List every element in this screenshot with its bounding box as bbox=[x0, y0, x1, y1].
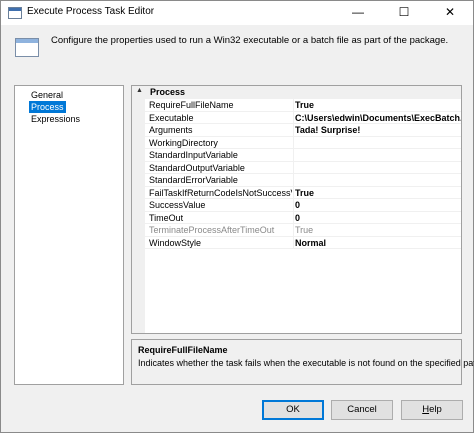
column-divider bbox=[293, 174, 294, 187]
column-divider bbox=[293, 99, 294, 112]
category-row-process[interactable]: ▲ Process bbox=[132, 86, 461, 99]
description-text: Indicates whether the task fails when th… bbox=[138, 358, 474, 368]
property-row-requirefullfilename[interactable]: RequireFullFileName True bbox=[145, 99, 461, 112]
column-divider bbox=[293, 186, 294, 199]
column-divider bbox=[293, 136, 294, 149]
window-title: Execute Process Task Editor bbox=[27, 6, 155, 17]
property-name: StandardInputVariable bbox=[149, 150, 238, 160]
property-name: WorkingDirectory bbox=[149, 137, 218, 148]
property-value[interactable]: True bbox=[295, 188, 461, 198]
property-value[interactable]: 0 bbox=[295, 213, 461, 223]
ok-button[interactable]: OK bbox=[262, 400, 324, 420]
property-row-executable[interactable]: Executable C:\Users\edwin\Documents\Exec… bbox=[145, 111, 461, 124]
process-window-icon bbox=[15, 38, 39, 57]
column-divider bbox=[293, 124, 294, 137]
property-name: WindowStyle bbox=[149, 237, 202, 248]
property-name: FailTaskIfReturnCodeIsNotSuccessValue bbox=[149, 187, 292, 198]
minimize-button[interactable]: — bbox=[335, 1, 381, 25]
property-row-successvalue[interactable]: SuccessValue 0 bbox=[145, 199, 461, 212]
collapse-icon[interactable]: ▲ bbox=[136, 87, 143, 94]
property-name: Executable bbox=[149, 112, 194, 123]
nav-item-process[interactable]: Process bbox=[29, 101, 66, 113]
grid-gutter bbox=[132, 99, 145, 333]
property-value[interactable]: Normal bbox=[295, 238, 461, 248]
column-divider bbox=[293, 161, 294, 174]
property-value[interactable]: True bbox=[295, 100, 461, 110]
property-name: TerminateProcessAfterTimeOut bbox=[149, 225, 275, 235]
property-row-arguments[interactable]: Arguments Tada! Surprise! bbox=[145, 124, 461, 137]
dialog-window: Execute Process Task Editor — ☐ ✕ Config… bbox=[0, 0, 474, 433]
property-row-standardinputvariable[interactable]: StandardInputVariable bbox=[145, 149, 461, 162]
property-row-failtaskifreturncode[interactable]: FailTaskIfReturnCodeIsNotSuccessValue Tr… bbox=[145, 186, 461, 199]
nav-item-expressions[interactable]: Expressions bbox=[29, 113, 82, 125]
property-row-windowstyle[interactable]: WindowStyle Normal bbox=[145, 236, 461, 249]
property-value[interactable]: 0 bbox=[295, 200, 461, 210]
column-divider bbox=[293, 211, 294, 224]
window-icon bbox=[8, 7, 22, 19]
property-grid: ▲ Process RequireFullFileName True Execu… bbox=[131, 85, 462, 334]
property-row-terminateprocessaftertimeout: TerminateProcessAfterTimeOut True bbox=[145, 224, 461, 237]
description-title: RequireFullFileName bbox=[138, 345, 228, 355]
column-divider bbox=[293, 224, 294, 237]
property-name: RequireFullFileName bbox=[149, 100, 234, 110]
property-name: SuccessValue bbox=[149, 200, 206, 210]
property-row-standarderrorvariable[interactable]: StandardErrorVariable bbox=[145, 174, 461, 187]
maximize-button[interactable]: ☐ bbox=[381, 1, 427, 25]
column-divider bbox=[293, 149, 294, 162]
property-name: StandardOutputVariable bbox=[149, 162, 245, 173]
header-description: Configure the properties used to run a W… bbox=[51, 35, 449, 46]
nav-item-general[interactable]: General bbox=[29, 89, 65, 101]
property-value[interactable]: C:\Users\edwin\Documents\ExecBatch.bat bbox=[295, 113, 461, 123]
help-label: elp bbox=[429, 404, 442, 415]
column-divider bbox=[293, 236, 294, 249]
property-value[interactable]: Tada! Surprise! bbox=[295, 125, 461, 135]
close-button[interactable]: ✕ bbox=[427, 1, 473, 25]
property-name: TimeOut bbox=[149, 212, 184, 223]
property-row-timeout[interactable]: TimeOut 0 bbox=[145, 211, 461, 224]
category-label: Process bbox=[150, 87, 186, 97]
property-row-workingdirectory[interactable]: WorkingDirectory bbox=[145, 136, 461, 149]
property-value: True bbox=[295, 225, 314, 235]
property-name: StandardErrorVariable bbox=[149, 175, 238, 185]
title-bar[interactable]: Execute Process Task Editor — ☐ ✕ bbox=[1, 1, 473, 25]
page-list: General Process Expressions bbox=[14, 85, 124, 385]
property-row-standardoutputvariable[interactable]: StandardOutputVariable bbox=[145, 161, 461, 174]
cancel-button[interactable]: Cancel bbox=[331, 400, 393, 420]
column-divider bbox=[293, 199, 294, 212]
description-panel: RequireFullFileName Indicates whether th… bbox=[131, 339, 474, 385]
column-divider bbox=[293, 111, 294, 124]
property-name: Arguments bbox=[149, 125, 193, 135]
help-button[interactable]: Help bbox=[401, 400, 463, 420]
